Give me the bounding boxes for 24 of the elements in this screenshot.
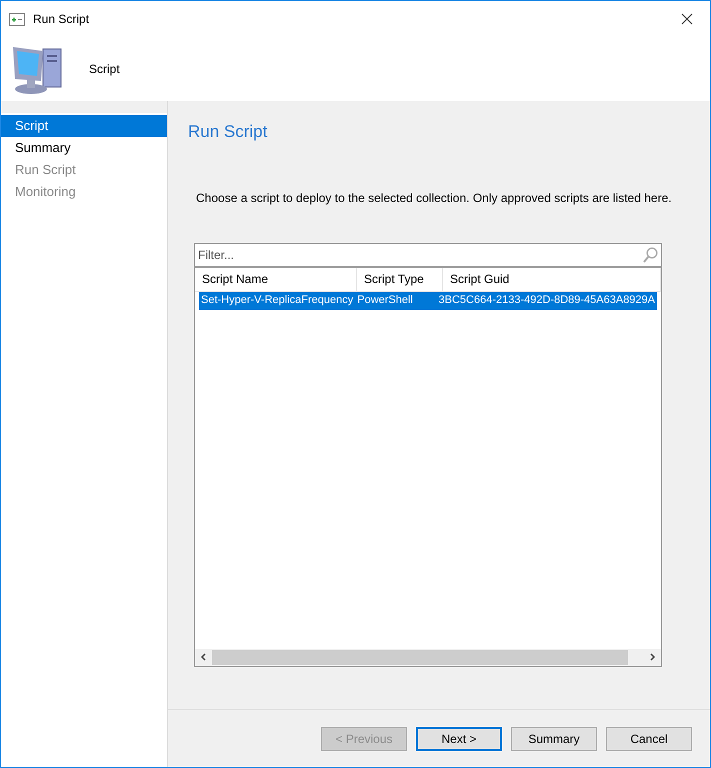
sidebar-item[interactable]: Summary <box>1 137 167 159</box>
window-title: Run Script <box>33 11 90 28</box>
header-title: Script <box>89 61 120 78</box>
app-icon <box>9 12 25 26</box>
column-header[interactable]: Script Type <box>357 268 443 290</box>
table-row[interactable]: Set-Hyper-V-ReplicaFrequency PowerShell 3BC5C664-2133-492D-8D89-45A63A8929A <box>199 292 657 310</box>
description: Choose a script to deploy to the selected collection. Only approved scripts are listed here. <box>195 190 673 206</box>
wizard-button[interactable]: Cancel <box>606 726 692 750</box>
wizard-button[interactable]: Next > <box>416 726 502 750</box>
sidebar-item[interactable]: Script <box>1 115 167 137</box>
search-icon <box>643 246 658 262</box>
table-cell-text: 3BC5C664-2133-492D-8D89-45A63A8929A <box>438 293 656 308</box>
scroll-thumb[interactable] <box>212 650 628 664</box>
column-header[interactable]: Script Name <box>195 268 357 290</box>
filter-field[interactable]: Filter... <box>198 244 643 266</box>
wizard-button[interactable]: Summary <box>511 726 597 750</box>
close-icon <box>681 13 693 25</box>
scroll-right-icon <box>649 653 656 661</box>
table-cell-text: PowerShell <box>356 293 414 308</box>
scroll-left-icon <box>200 653 207 661</box>
table-cell-text: Set-Hyper-V-ReplicaFrequency <box>200 293 354 308</box>
column-header[interactable]: Script Guid <box>443 268 661 290</box>
page-title: Run Script <box>188 121 268 143</box>
horizontal-scrollbar[interactable] <box>195 648 661 666</box>
